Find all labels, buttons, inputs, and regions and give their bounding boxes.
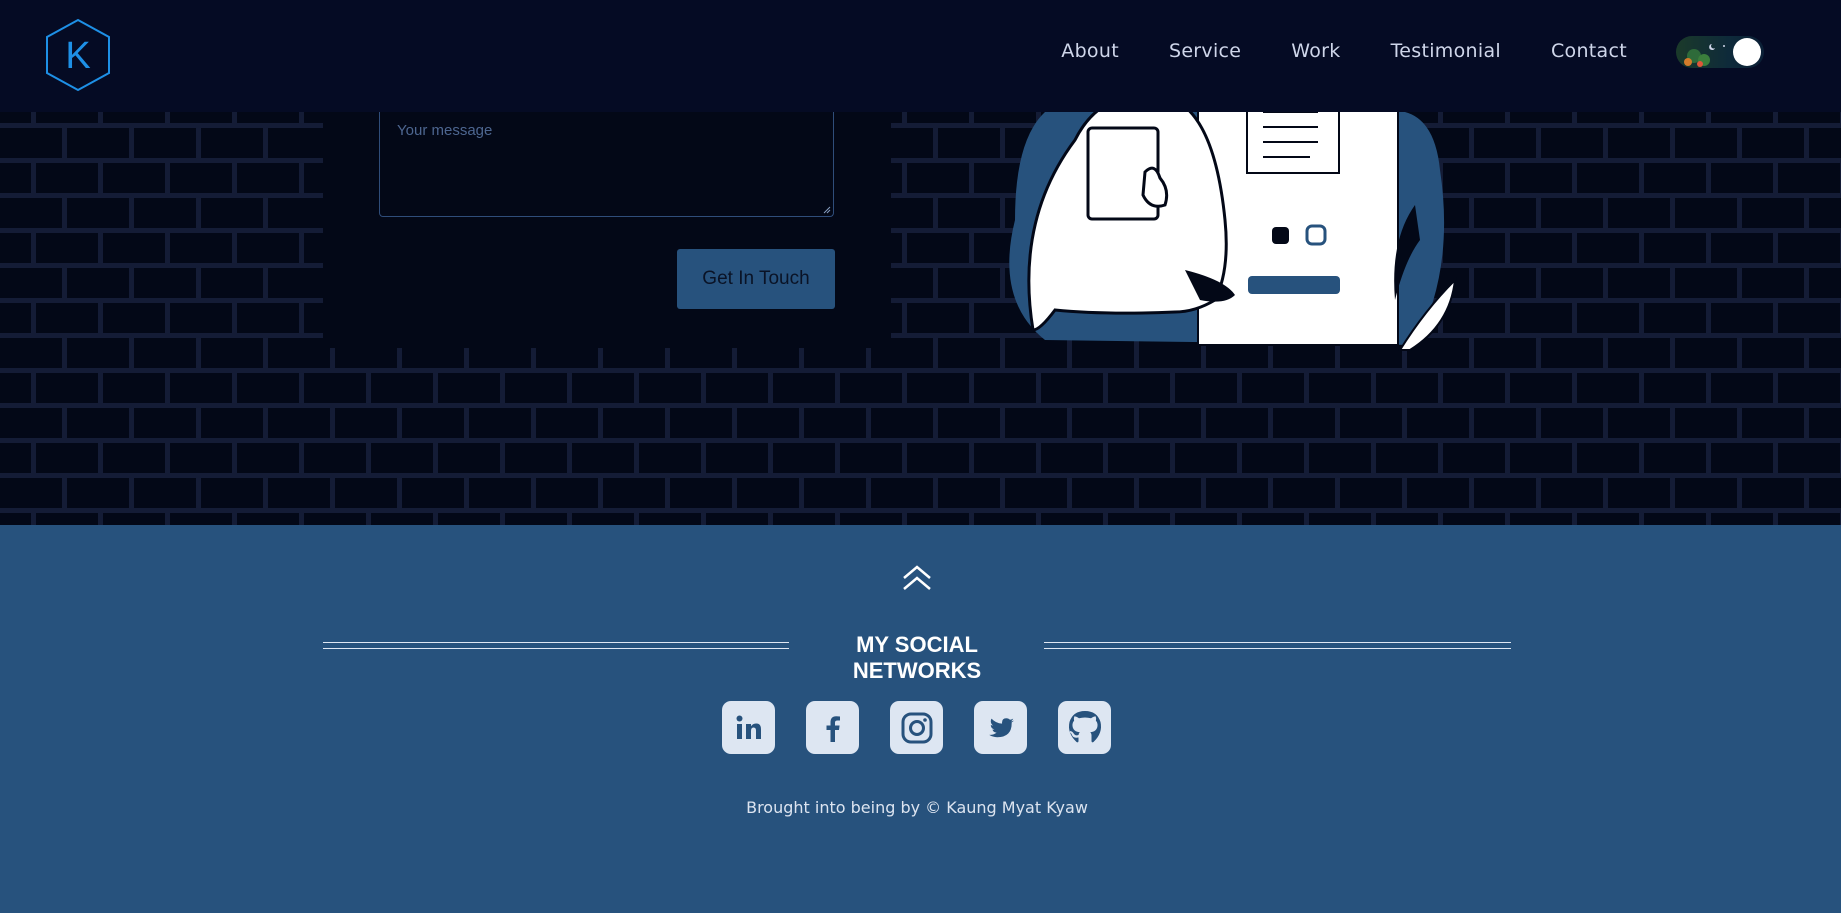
nav-contact[interactable]: Contact (1551, 40, 1627, 62)
toggle-knob (1733, 38, 1761, 66)
social-links (722, 701, 1111, 754)
message-textarea[interactable]: Your message (379, 112, 834, 217)
divider-left (323, 642, 789, 649)
nav-about[interactable]: About (1061, 40, 1119, 62)
facebook-icon (826, 715, 840, 742)
nav-service[interactable]: Service (1169, 40, 1241, 62)
contact-illustration (1009, 100, 1457, 351)
site-header: K About Service Work Testimonial Contact (0, 0, 1841, 112)
double-chevron-up-icon[interactable] (901, 565, 933, 591)
get-in-touch-button[interactable]: Get In Touch (677, 249, 835, 309)
nav-work[interactable]: Work (1291, 40, 1340, 62)
twitter-icon (988, 717, 1014, 737)
theme-toggle[interactable] (1676, 36, 1764, 68)
linkedin-link[interactable] (722, 701, 775, 754)
instagram-link[interactable] (890, 701, 943, 754)
resize-grip-icon[interactable] (823, 206, 831, 214)
nav-testimonial[interactable]: Testimonial (1391, 40, 1501, 62)
message-placeholder: Your message (397, 122, 493, 139)
contact-form: Your message Get In Touch (323, 112, 891, 348)
linkedin-icon (736, 715, 761, 739)
divider-right (1044, 642, 1511, 649)
social-networks-title: MY SOCIAL NETWORKS (852, 632, 982, 683)
copyright-credit: Brought into being by © Kaung Myat Kyaw (746, 798, 1088, 817)
main-nav: About Service Work Testimonial Contact (1011, 40, 1627, 62)
github-icon (1068, 710, 1101, 742)
instagram-icon (901, 712, 932, 743)
logo-icon[interactable]: K (44, 18, 112, 92)
twitter-link[interactable] (974, 701, 1027, 754)
site-footer: MY SOCIAL NETWORKS Brought into being by… (0, 525, 1841, 913)
logo-letter: K (65, 35, 90, 77)
facebook-link[interactable] (806, 701, 859, 754)
github-link[interactable] (1058, 701, 1111, 754)
